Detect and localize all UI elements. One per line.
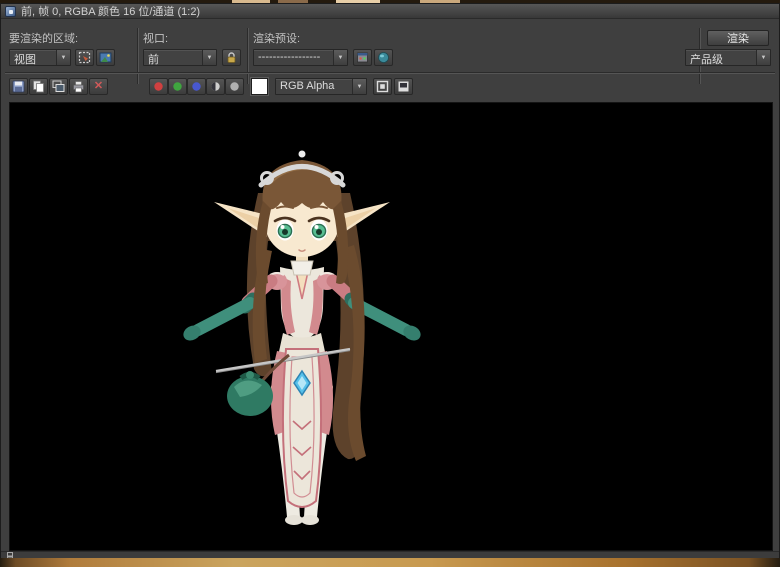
render-frame-window: 前, 帧 0, RGBA 颜色 16 位/通道 (1:2) 要渲染的区域: 视口… — [0, 0, 780, 567]
toolbar-row-separator — [5, 72, 775, 74]
monochrome-toggle[interactable] — [225, 78, 244, 95]
toggle-ui-button[interactable] — [394, 78, 413, 95]
edit-region-button[interactable] — [75, 49, 94, 66]
lock-icon — [225, 51, 238, 64]
character-render — [10, 103, 773, 551]
character-body — [181, 251, 423, 525]
chevron-down-icon: ▼ — [333, 50, 347, 65]
blue-channel-icon — [190, 80, 203, 93]
render-preset-dropdown[interactable]: ----------------- ▼ — [253, 49, 348, 66]
toolbar-separator — [137, 28, 139, 84]
area-to-render-label: 要渲染的区域: — [9, 30, 78, 46]
print-image-button[interactable] — [69, 78, 88, 95]
chevron-down-icon: ▼ — [202, 50, 216, 65]
background-color-swatch[interactable] — [251, 78, 268, 95]
render-preset-label: 渲染预设: — [253, 30, 300, 46]
channel-display-dropdown[interactable]: RGB Alpha ▼ — [275, 78, 367, 95]
save-image-button[interactable] — [9, 78, 28, 95]
render-quality-value: 产品级 — [686, 50, 756, 65]
desktop-background-bottom — [0, 558, 780, 567]
print-image-icon — [72, 80, 85, 93]
toggle-ui-overlays-icon — [376, 80, 389, 93]
alpha-channel-toggle[interactable] — [206, 78, 225, 95]
clone-window-button[interactable] — [49, 78, 68, 95]
monochrome-icon — [228, 80, 241, 93]
alpha-channel-icon — [209, 80, 222, 93]
auto-region-icon — [99, 51, 112, 64]
chevron-down-icon: ▼ — [756, 50, 770, 65]
window-title: 前, 帧 0, RGBA 颜色 16 位/通道 (1:2) — [21, 3, 200, 19]
copy-image-button[interactable] — [29, 78, 48, 95]
blue-channel-toggle[interactable] — [187, 78, 206, 95]
render-button[interactable]: 渲染 — [707, 30, 769, 46]
render-setup-button[interactable] — [353, 49, 372, 66]
area-type-dropdown[interactable]: 视图 ▼ — [9, 49, 71, 66]
toggle-ui-icon — [397, 80, 410, 93]
chevron-down-icon: ▼ — [352, 79, 366, 94]
channel-display-value: RGB Alpha — [276, 79, 352, 94]
environment-button[interactable] — [374, 49, 393, 66]
red-channel-icon — [152, 80, 165, 93]
viewport-lock-button[interactable] — [222, 49, 241, 66]
clone-window-icon — [52, 80, 65, 93]
rendered-frame-dialog: 前, 帧 0, RGBA 颜色 16 位/通道 (1:2) 要渲染的区域: 视口… — [0, 3, 780, 558]
clear-icon: ✕ — [94, 81, 103, 92]
app-icon — [5, 6, 16, 17]
copy-image-icon — [32, 80, 45, 93]
toolbar: 要渲染的区域: 视口: 渲染预设: 视图 ▼ — [1, 20, 779, 100]
render-viewport[interactable] — [9, 102, 773, 551]
render-preset-value: ----------------- — [254, 50, 333, 65]
titlebar[interactable]: 前, 帧 0, RGBA 颜色 16 位/通道 (1:2) — [1, 4, 779, 19]
toggle-ui-overlays-button[interactable] — [373, 78, 392, 95]
edit-region-icon — [78, 51, 91, 64]
red-channel-toggle[interactable] — [149, 78, 168, 95]
chevron-down-icon: ▼ — [56, 50, 70, 65]
auto-region-button[interactable] — [96, 49, 115, 66]
clear-button[interactable]: ✕ — [89, 78, 108, 95]
viewport-dropdown[interactable]: 前 ▼ — [143, 49, 217, 66]
environment-icon — [377, 51, 390, 64]
render-quality-dropdown[interactable]: 产品级 ▼ — [685, 49, 771, 66]
green-channel-icon — [171, 80, 184, 93]
render-setup-icon — [356, 51, 369, 64]
area-type-value: 视图 — [10, 50, 56, 65]
viewport-label: 视口: — [143, 30, 168, 46]
green-channel-toggle[interactable] — [168, 78, 187, 95]
save-image-icon — [12, 80, 25, 93]
viewport-value: 前 — [144, 50, 202, 65]
toolbar-separator — [247, 28, 249, 84]
